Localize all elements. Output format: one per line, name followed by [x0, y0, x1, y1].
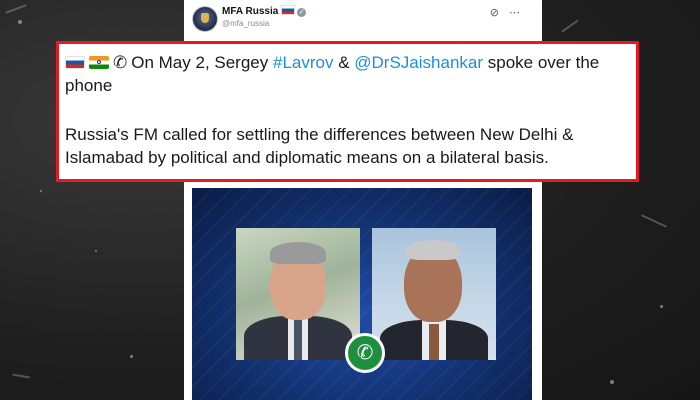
background-speckle: [95, 250, 97, 252]
background-scratch: [640, 214, 668, 228]
background-speckle: [18, 20, 22, 24]
background-scratch: [561, 19, 579, 33]
mention-link[interactable]: @DrSJaishankar: [354, 53, 483, 72]
telephone-icon: ✆: [113, 53, 128, 72]
screenshot-stage: MFA Russia ✓ @mfa_russia ⊘⋯ ✆ On May 2, Se…: [0, 0, 700, 400]
background-speckle: [660, 305, 663, 308]
background-scratch: [11, 373, 31, 379]
tweet-media-image[interactable]: ✆: [192, 188, 532, 400]
grok-icon[interactable]: ⊘: [490, 7, 509, 19]
portrait-photo-right: [372, 228, 496, 360]
background-speckle: [610, 380, 614, 384]
tweet-text-pre: On May 2, Sergey: [131, 53, 273, 72]
account-name[interactable]: MFA Russia ✓: [222, 5, 307, 17]
portrait-photo-left: [236, 228, 360, 360]
hashtag-link[interactable]: #Lavrov: [273, 53, 333, 72]
india-flag-icon: [89, 56, 109, 69]
tweet-text-line2: Russia's FM called for settling the diff…: [65, 125, 574, 167]
portrait-tie: [429, 324, 439, 360]
tweet-text-line1: ✆ On May 2, Sergey #Lavrov & @DrSJaishank…: [65, 51, 635, 97]
tweet-text-mid: &: [333, 53, 355, 72]
highlighted-tweet-text: ✆ On May 2, Sergey #Lavrov & @DrSJaishank…: [56, 41, 639, 182]
portrait-tie: [294, 320, 302, 360]
account-name-text: MFA Russia: [222, 6, 279, 17]
verified-badge-icon: ✓: [297, 8, 307, 17]
background-speckle: [130, 355, 133, 358]
background-speckle: [40, 190, 42, 192]
header-actions: ⊘⋯: [490, 6, 530, 19]
tweet-header: MFA Russia ✓ @mfa_russia ⊘⋯: [184, 0, 542, 40]
account-avatar[interactable]: [192, 6, 218, 32]
phone-call-icon: ✆: [345, 333, 385, 373]
more-icon[interactable]: ⋯: [509, 7, 530, 19]
background-scratch: [5, 4, 27, 14]
portrait-hair: [270, 242, 326, 264]
account-handle[interactable]: @mfa_russia: [222, 19, 269, 28]
russia-flag-icon: [65, 56, 85, 69]
russia-flag-icon: [281, 5, 296, 15]
portrait-hair: [406, 240, 460, 260]
